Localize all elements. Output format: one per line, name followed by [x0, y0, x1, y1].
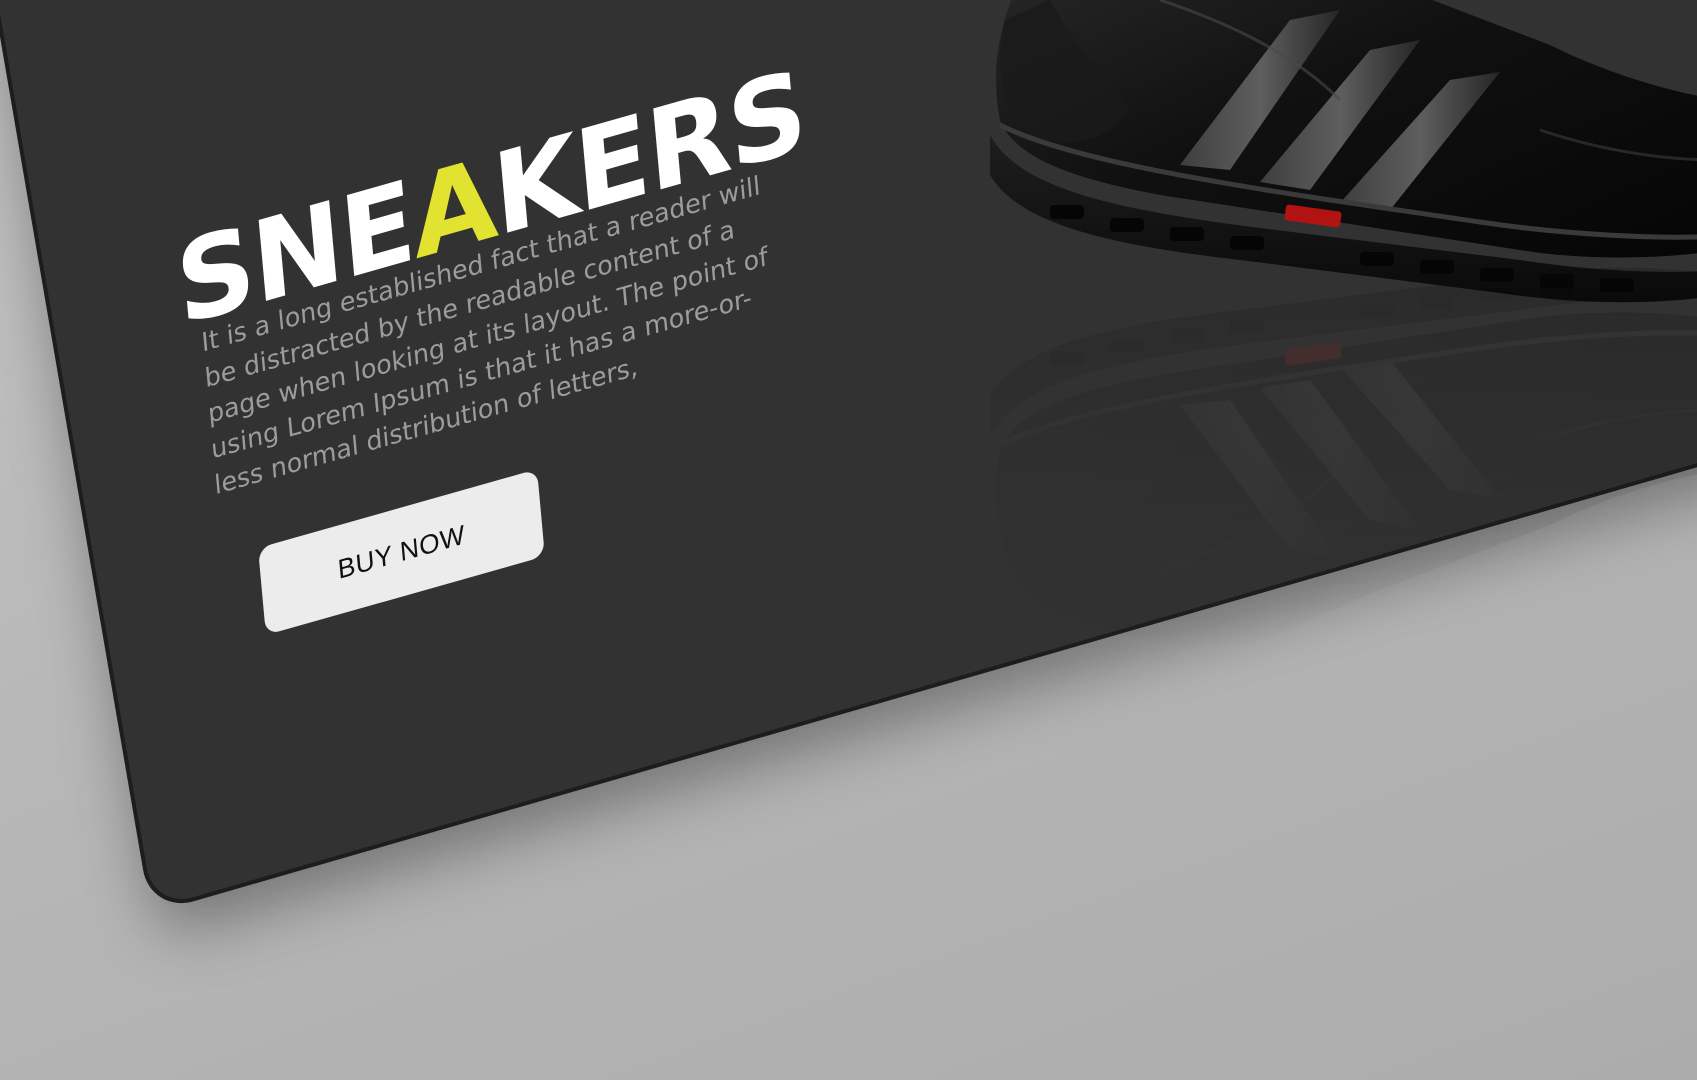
- buy-now-button[interactable]: BUY NOW: [258, 469, 545, 636]
- hero-content: SNEAKERS It is a long established fact t…: [0, 0, 1697, 1080]
- sneaker-main: [990, 0, 1697, 302]
- cta-block: BUY NOW: [258, 469, 545, 636]
- sneaker-image: [960, 0, 1697, 740]
- canvas: SNEAKERS It is a long established fact t…: [0, 0, 1697, 1080]
